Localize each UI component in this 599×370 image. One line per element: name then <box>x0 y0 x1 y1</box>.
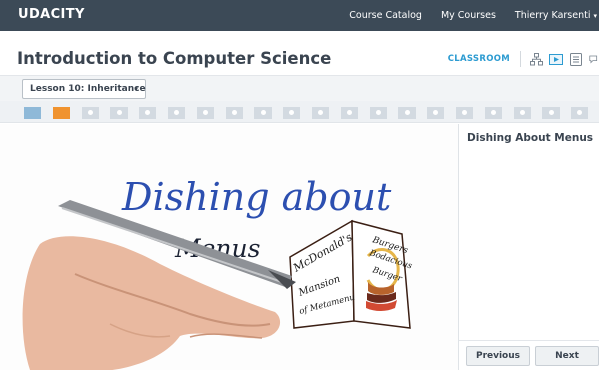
previous-button[interactable]: Previous <box>466 346 530 366</box>
quiz-dot-icon <box>145 110 151 115</box>
progress-segment[interactable] <box>369 107 387 119</box>
progress-segment[interactable] <box>571 107 589 119</box>
quiz-dot-icon <box>433 110 439 115</box>
notes-icon[interactable] <box>569 52 583 66</box>
chevron-down-icon: ▾ <box>134 85 138 93</box>
progress-segment[interactable] <box>513 107 531 119</box>
video-frame: Dishing about Menus McDonald's Mansion o… <box>0 124 458 370</box>
quiz-dot-icon <box>289 110 295 115</box>
sidebar-footer: Previous Next <box>459 340 599 370</box>
classroom-toolbar: CLASSROOM <box>448 48 599 70</box>
quiz-dot-icon <box>375 110 381 115</box>
progress-segment[interactable] <box>254 107 272 119</box>
course-catalog-link[interactable]: Course Catalog <box>349 10 422 21</box>
progress-segment[interactable] <box>427 107 445 119</box>
progress-segment[interactable] <box>139 107 157 119</box>
top-nav-links: Course Catalog My Courses Thierry Karsen… <box>330 0 597 31</box>
classroom-link[interactable]: CLASSROOM <box>448 54 510 64</box>
quiz-dot-icon <box>174 110 180 115</box>
progress-segment[interactable] <box>456 107 474 119</box>
lesson-progress-strip <box>0 101 599 123</box>
progress-segment[interactable] <box>542 107 560 119</box>
forum-icon[interactable] <box>589 52 599 66</box>
progress-segment[interactable] <box>110 107 128 119</box>
progress-segment[interactable] <box>225 107 243 119</box>
progress-segment[interactable] <box>81 107 99 119</box>
top-nav-bar: UDACITY Course Catalog My Courses Thierr… <box>0 0 599 31</box>
progress-segment[interactable] <box>484 107 503 119</box>
progress-segment[interactable] <box>283 107 301 119</box>
quiz-dot-icon <box>346 110 352 115</box>
quiz-dot-icon <box>462 110 468 115</box>
user-name: Thierry Karsenti <box>514 10 591 21</box>
video-icon[interactable] <box>549 52 563 66</box>
quiz-dot-icon <box>548 110 554 115</box>
progress-segment[interactable] <box>24 107 42 119</box>
page-title: Introduction to Computer Science <box>17 49 332 68</box>
lesson-dropdown[interactable]: Lesson 10: Inheritance ▾ <box>22 79 146 99</box>
my-courses-link[interactable]: My Courses <box>441 10 496 21</box>
handwriting-line-1: Dishing about <box>121 175 392 219</box>
next-button[interactable]: Next <box>535 346 599 366</box>
progress-segment[interactable] <box>398 107 416 119</box>
quiz-dot-icon <box>490 110 496 115</box>
chevron-down-icon: ▾ <box>593 12 597 20</box>
quiz-dot-icon <box>87 110 93 115</box>
quiz-dot-icon <box>318 110 324 115</box>
quiz-dot-icon <box>260 110 266 115</box>
quiz-dot-icon <box>404 110 410 115</box>
toolbar-divider <box>520 51 521 67</box>
quiz-dot-icon <box>202 110 208 115</box>
user-menu[interactable]: Thierry Karsenti ▾ <box>515 10 597 21</box>
sitemap-icon[interactable] <box>529 52 543 66</box>
quiz-dot-icon <box>116 110 122 115</box>
lesson-sidebar: Dishing About Menus Previous Next <box>458 124 599 370</box>
lesson-bar: Lesson 10: Inheritance ▾ <box>0 75 599 101</box>
progress-segment[interactable] <box>312 107 330 119</box>
quiz-dot-icon <box>231 110 237 115</box>
progress-segment[interactable] <box>340 107 359 119</box>
quiz-dot-icon <box>577 110 583 115</box>
lesson-dropdown-label: Lesson 10: Inheritance <box>30 84 146 94</box>
progress-segment[interactable] <box>168 107 186 119</box>
udacity-logo[interactable]: UDACITY <box>18 7 85 22</box>
quiz-dot-icon <box>519 110 525 115</box>
lesson-video[interactable]: Dishing about Menus McDonald's Mansion o… <box>0 124 458 370</box>
progress-segment[interactable] <box>196 107 215 119</box>
progress-segment[interactable] <box>52 107 71 119</box>
sidebar-title: Dishing About Menus <box>467 132 594 144</box>
